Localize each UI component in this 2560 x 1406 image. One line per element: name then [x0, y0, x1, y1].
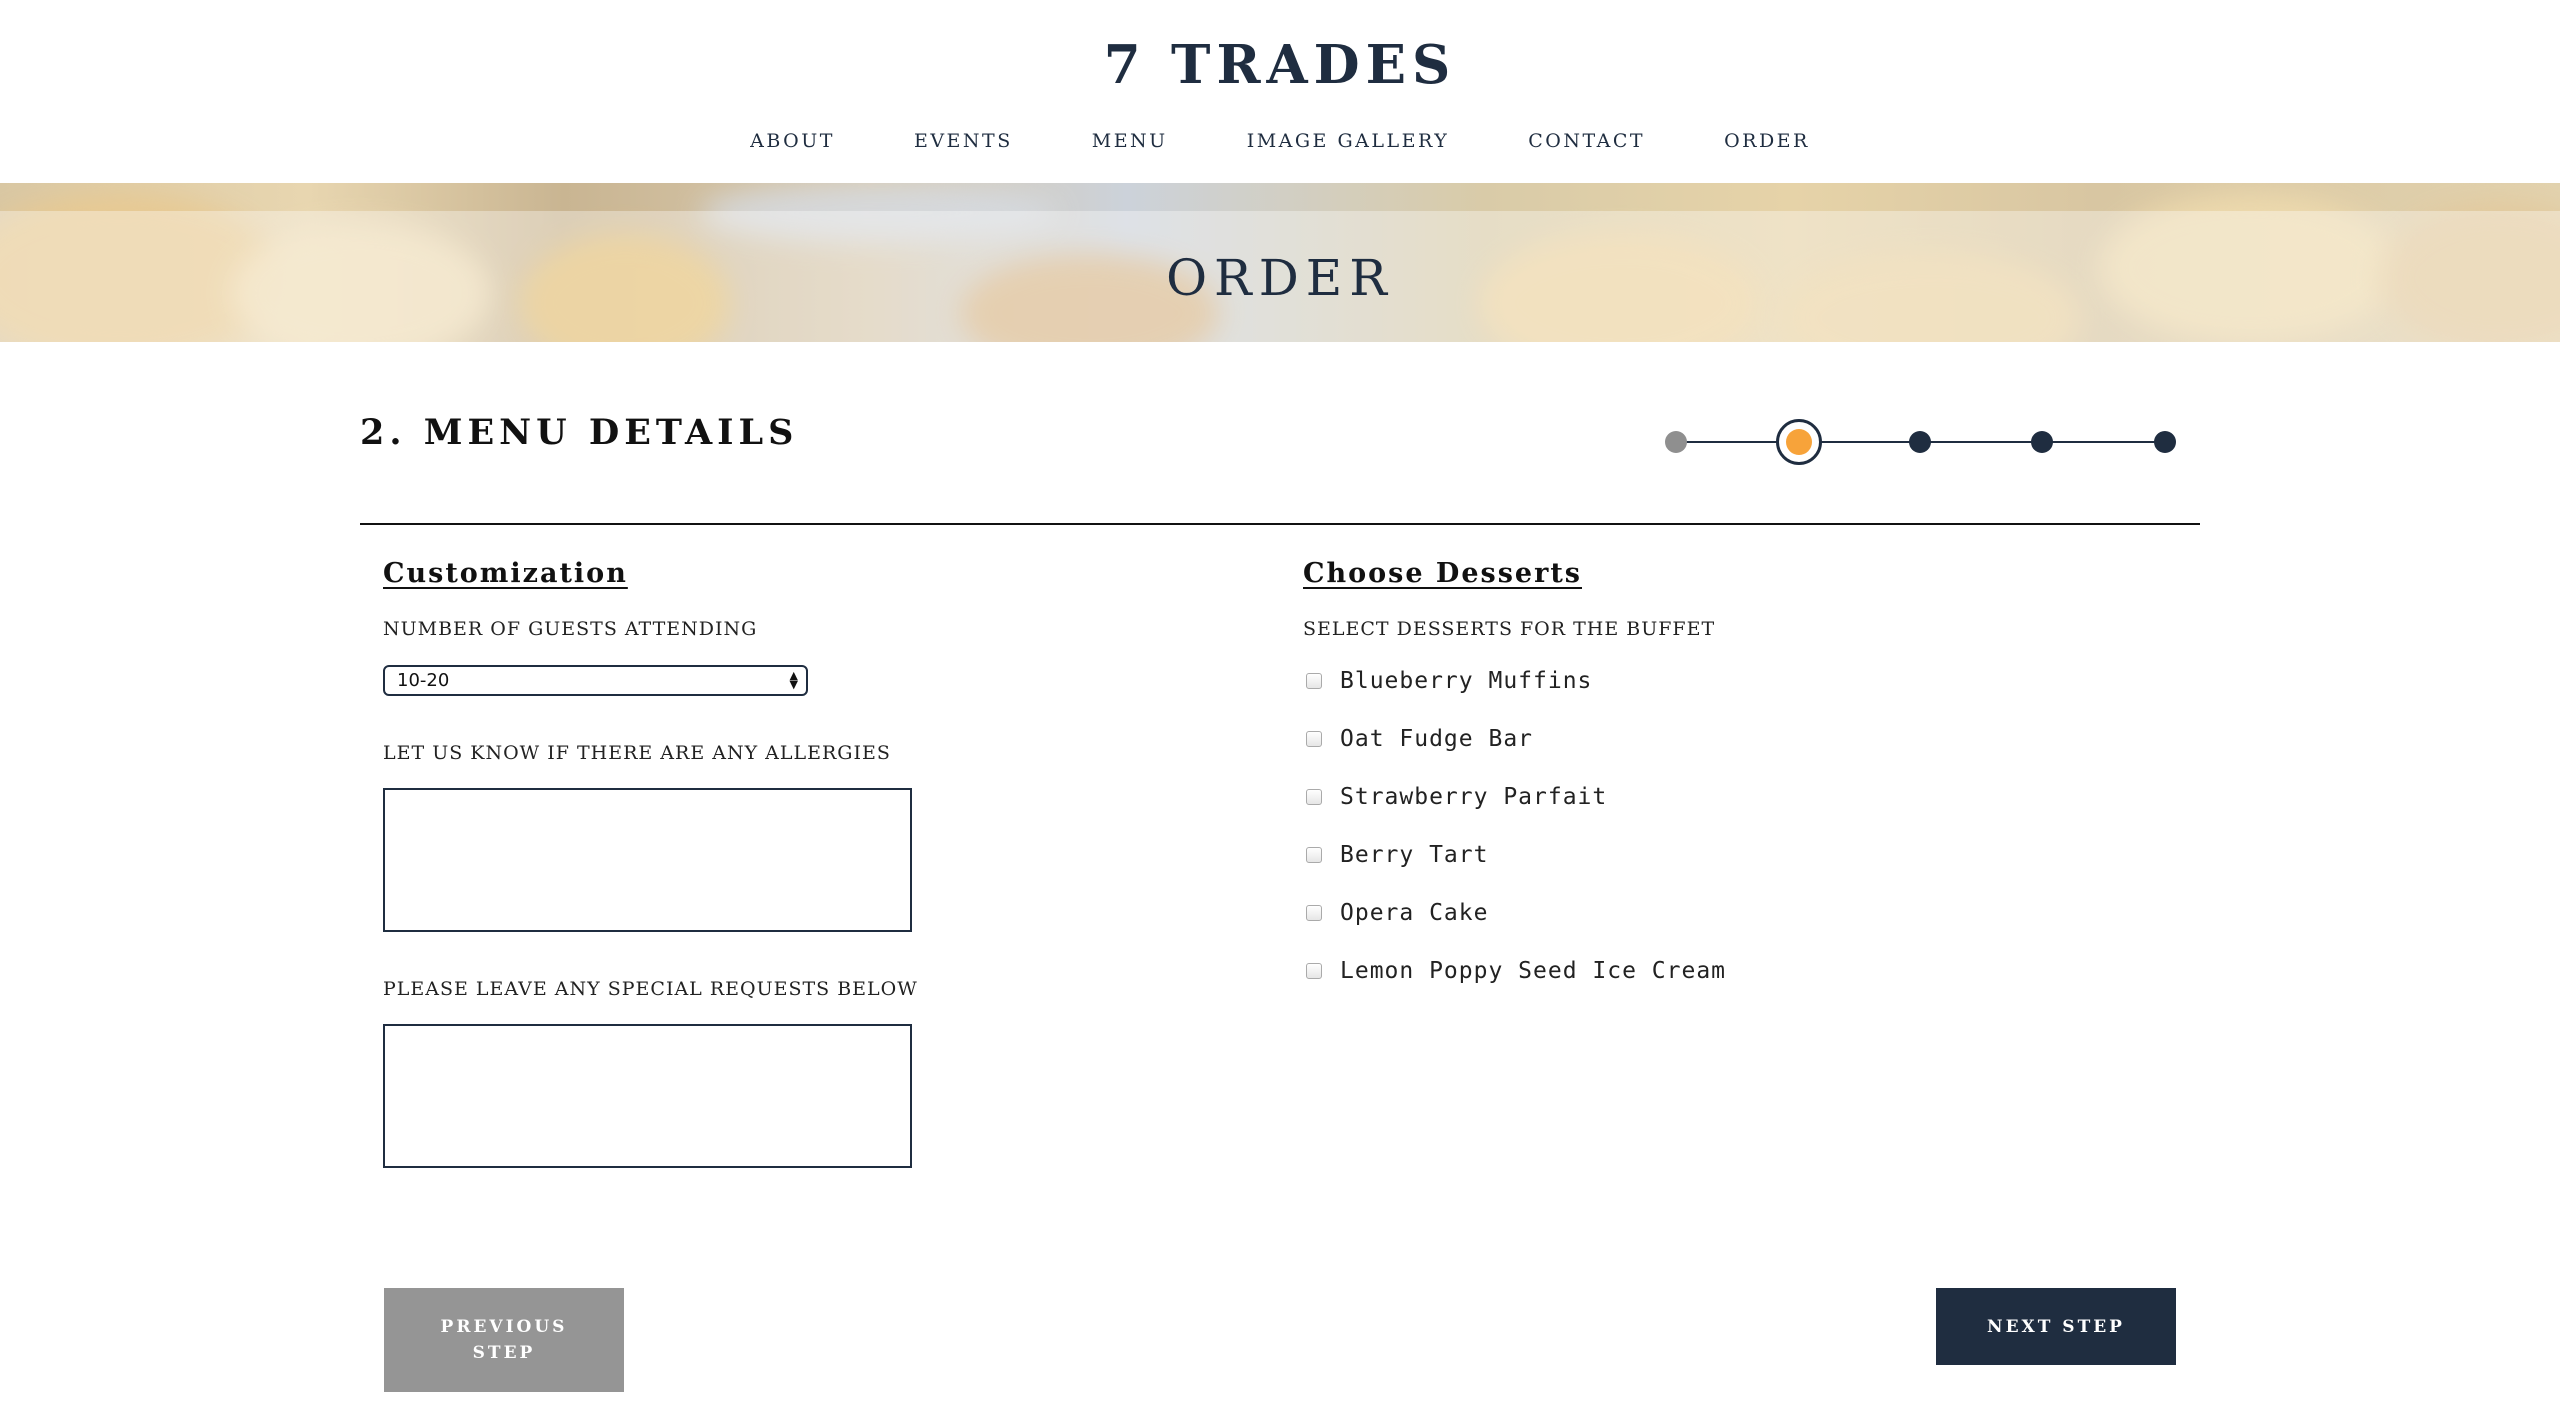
- guests-select[interactable]: 10-20 ▲ ▼: [383, 665, 808, 696]
- dessert-option-label[interactable]: Oat Fudge Bar: [1340, 726, 1533, 752]
- customization-heading: Customization: [383, 558, 628, 589]
- checkbox[interactable]: [1306, 673, 1322, 689]
- nav-item-order[interactable]: ORDER: [1724, 130, 1810, 152]
- checkbox[interactable]: [1306, 963, 1322, 979]
- site-logo[interactable]: 7 TRADES: [0, 34, 2560, 96]
- guests-select-value: 10-20: [397, 670, 450, 691]
- desserts-label: SELECT DESSERTS FOR THE BUFFET: [1303, 618, 1716, 640]
- allergies-textarea[interactable]: [383, 788, 912, 932]
- step-dot-5[interactable]: [2154, 431, 2176, 453]
- previous-step-button[interactable]: PREVIOUS STEP: [384, 1288, 624, 1392]
- hero-banner: ORDER: [0, 183, 2560, 342]
- checkbox[interactable]: [1306, 847, 1322, 863]
- step-dot-4[interactable]: [2031, 431, 2053, 453]
- dessert-option-lemon-poppy-seed-ice-cream[interactable]: Lemon Poppy Seed Ice Cream: [1306, 956, 1726, 986]
- step-dot-3[interactable]: [1909, 431, 1931, 453]
- step-title: 2. MENU DETAILS: [360, 412, 799, 453]
- dessert-option-label[interactable]: Blueberry Muffins: [1340, 668, 1592, 694]
- checkbox[interactable]: [1306, 731, 1322, 747]
- requests-textarea[interactable]: [383, 1024, 912, 1168]
- dessert-option-berry-tart[interactable]: Berry Tart: [1306, 840, 1488, 870]
- next-step-button[interactable]: NEXT STEP: [1936, 1288, 2176, 1365]
- requests-label: PLEASE LEAVE ANY SPECIAL REQUESTS BELOW: [383, 978, 918, 1000]
- current-step-indicator: [1786, 429, 1812, 455]
- step-dot-2-current[interactable]: [1776, 419, 1822, 465]
- nav-item-image-gallery[interactable]: IMAGE GALLERY: [1247, 130, 1450, 152]
- desserts-heading: Choose Desserts: [1303, 558, 1582, 589]
- nav-item-events[interactable]: EVENTS: [914, 130, 1013, 152]
- dessert-option-label[interactable]: Lemon Poppy Seed Ice Cream: [1340, 958, 1726, 984]
- nav-item-menu[interactable]: MENU: [1092, 130, 1168, 152]
- dessert-option-oat-fudge-bar[interactable]: Oat Fudge Bar: [1306, 724, 1533, 754]
- select-arrows-icon: ▲ ▼: [789, 669, 798, 691]
- previous-step-label-line1: PREVIOUS: [440, 1317, 568, 1337]
- main-nav: ABOUT EVENTS MENU IMAGE GALLERY CONTACT …: [0, 130, 2560, 152]
- checkbox[interactable]: [1306, 905, 1322, 921]
- checkbox[interactable]: [1306, 789, 1322, 805]
- allergies-label: LET US KNOW IF THERE ARE ANY ALLERGIES: [383, 742, 891, 764]
- nav-item-contact[interactable]: CONTACT: [1528, 130, 1645, 152]
- dessert-option-strawberry-parfait[interactable]: Strawberry Parfait: [1306, 782, 1607, 812]
- dessert-option-opera-cake[interactable]: Opera Cake: [1306, 898, 1488, 928]
- site-header: 7 TRADES ABOUT EVENTS MENU IMAGE GALLERY…: [0, 0, 2560, 183]
- step-dot-1[interactable]: [1665, 431, 1687, 453]
- section-divider: [360, 523, 2200, 525]
- dessert-option-blueberry-muffins[interactable]: Blueberry Muffins: [1306, 666, 1592, 696]
- dessert-option-label[interactable]: Berry Tart: [1340, 842, 1488, 868]
- progress-stepper: [1660, 417, 2180, 467]
- dessert-option-label[interactable]: Opera Cake: [1340, 900, 1488, 926]
- guests-label: NUMBER OF GUESTS ATTENDING: [383, 618, 758, 640]
- previous-step-label-line2: STEP: [472, 1343, 536, 1363]
- page-title: ORDER: [1166, 249, 1394, 307]
- nav-item-about[interactable]: ABOUT: [750, 130, 835, 152]
- dessert-option-label[interactable]: Strawberry Parfait: [1340, 784, 1607, 810]
